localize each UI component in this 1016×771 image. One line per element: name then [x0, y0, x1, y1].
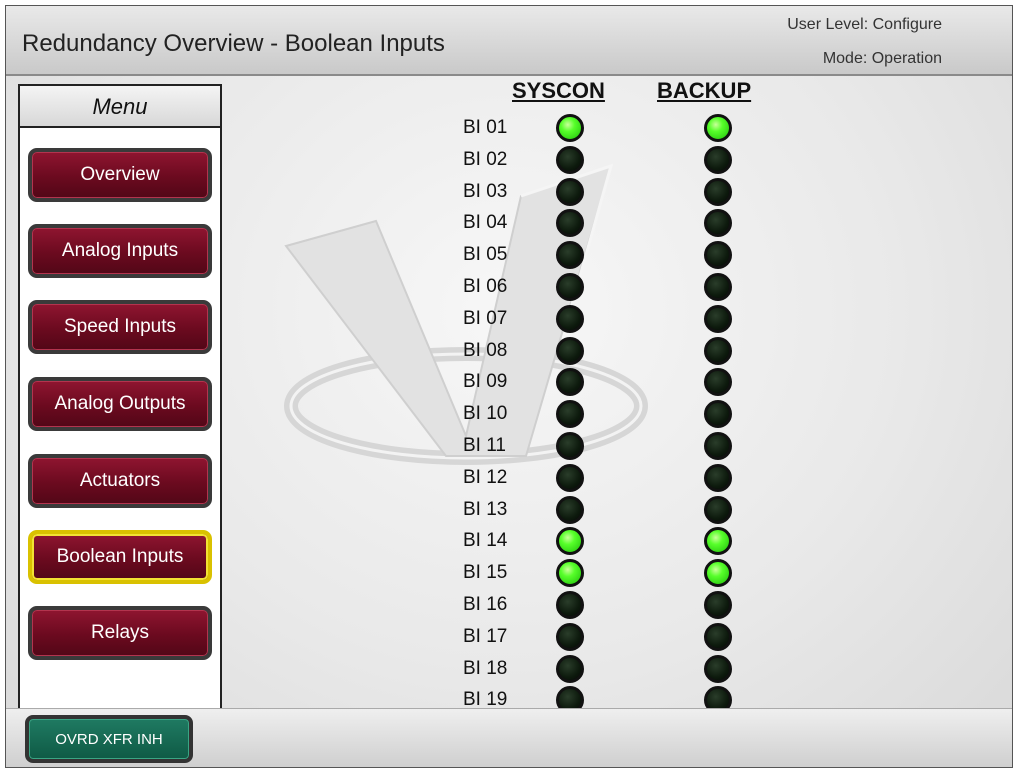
syscon-status-led	[556, 145, 584, 174]
boolean-input-row: BI 07	[6, 303, 906, 335]
syscon-status-led	[556, 527, 584, 556]
syscon-status-led	[556, 177, 584, 206]
syscon-status-led	[556, 654, 584, 683]
backup-status-led	[704, 400, 732, 429]
boolean-input-label: BI 16	[463, 594, 508, 615]
syscon-status-led	[556, 304, 584, 333]
syscon-status-led	[556, 336, 584, 365]
backup-column-header: BACKUP	[657, 78, 752, 103]
backup-status-led	[704, 432, 732, 460]
boolean-input-row: BI 04	[6, 207, 906, 239]
user-level-label: User Level: Configure	[787, 16, 942, 33]
syscon-status-led	[556, 241, 584, 270]
backup-status-led	[704, 114, 732, 142]
footer-bar: OVRD XFR INH	[6, 708, 1012, 767]
boolean-input-label: BI 15	[463, 562, 508, 584]
boolean-input-row: BI 03	[6, 176, 906, 208]
boolean-input-label: BI 04	[463, 212, 508, 234]
syscon-status-led	[556, 400, 584, 429]
hmi-screen: Redundancy Overview - Boolean Inputs Use…	[5, 5, 1013, 768]
boolean-input-label: BI 07	[463, 307, 508, 329]
boolean-input-row: BI 02	[6, 144, 906, 176]
boolean-input-label: BI 08	[463, 339, 508, 361]
syscon-status-led	[556, 114, 584, 142]
boolean-input-label: BI 14	[463, 530, 508, 552]
backup-status-led	[704, 336, 732, 365]
boolean-input-row: BI 14	[6, 525, 906, 557]
syscon-status-led	[556, 622, 584, 651]
backup-status-led	[704, 177, 732, 206]
boolean-input-row: BI 05	[6, 239, 906, 271]
boolean-input-label: BI 18	[463, 657, 508, 679]
syscon-column-header: SYSCON	[512, 78, 605, 103]
boolean-input-row: BI 01	[6, 112, 906, 144]
boolean-input-label: BI 01	[463, 117, 508, 138]
page-title: Redundancy Overview - Boolean Inputs	[22, 30, 445, 57]
backup-status-led	[704, 209, 732, 238]
ovrd-xfr-inh-button[interactable]: OVRD XFR INH	[25, 715, 193, 763]
syscon-status-led	[556, 463, 584, 492]
boolean-input-row: BI 06	[6, 271, 906, 303]
boolean-input-row: BI 13	[6, 494, 906, 526]
boolean-input-label: BI 06	[463, 276, 508, 297]
boolean-input-row: BI 12	[6, 462, 906, 494]
boolean-input-row: BI 09	[6, 366, 906, 398]
boolean-input-row: BI 08	[6, 335, 906, 367]
boolean-input-row: BI 15	[6, 557, 906, 589]
backup-status-led	[704, 654, 732, 683]
backup-status-led	[704, 463, 732, 492]
syscon-status-led	[556, 209, 584, 238]
backup-status-led	[704, 145, 732, 174]
syscon-status-led	[556, 432, 584, 460]
syscon-status-led	[556, 495, 584, 524]
backup-status-led	[704, 559, 732, 588]
boolean-input-row: BI 11	[6, 430, 906, 462]
boolean-input-label: BI 03	[463, 180, 508, 202]
boolean-input-row: BI 17	[6, 621, 906, 653]
syscon-status-led	[556, 559, 584, 588]
boolean-input-label: BI 10	[463, 403, 508, 425]
syscon-status-led	[556, 591, 584, 619]
boolean-input-row: BI 16	[6, 589, 906, 621]
boolean-input-label: BI 11	[463, 435, 506, 456]
syscon-status-led	[556, 368, 584, 397]
backup-status-led	[704, 241, 732, 270]
backup-status-led	[704, 273, 732, 301]
boolean-input-label: BI 05	[463, 244, 508, 266]
backup-status-led	[704, 622, 732, 651]
backup-status-led	[704, 591, 732, 619]
backup-status-led	[704, 304, 732, 333]
backup-status-led	[704, 495, 732, 524]
boolean-input-row: BI 10	[6, 398, 906, 430]
title-bar: Redundancy Overview - Boolean Inputs Use…	[6, 6, 1012, 76]
boolean-input-label: BI 09	[463, 371, 508, 393]
boolean-input-row: BI 18	[6, 653, 906, 685]
backup-status-led	[704, 368, 732, 397]
boolean-input-label: BI 13	[463, 498, 508, 520]
syscon-status-led	[556, 273, 584, 301]
boolean-input-label: BI 12	[463, 466, 508, 488]
boolean-input-label: BI 17	[463, 625, 508, 647]
backup-status-led	[704, 527, 732, 556]
mode-label: Mode: Operation	[822, 50, 942, 67]
boolean-input-label: BI 02	[463, 148, 508, 170]
